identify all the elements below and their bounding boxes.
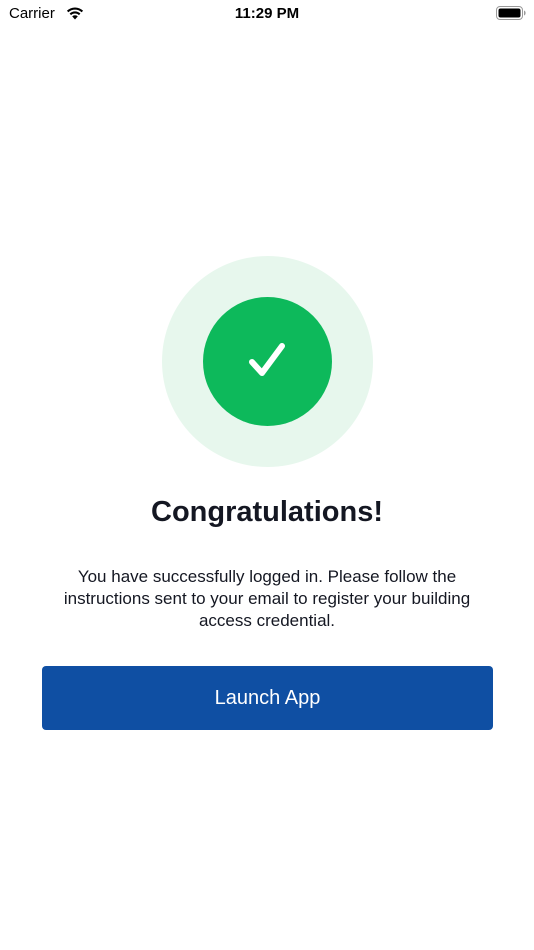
status-bar: Carrier 11:29 PM bbox=[0, 0, 534, 30]
status-time: 11:29 PM bbox=[234, 5, 300, 22]
page-title: Congratulations! bbox=[151, 496, 383, 528]
launch-app-button[interactable]: Launch App bbox=[42, 666, 493, 730]
check-icon bbox=[249, 343, 285, 376]
success-message: You have successfully logged in. Please … bbox=[63, 567, 471, 630]
battery-icon bbox=[496, 6, 526, 20]
